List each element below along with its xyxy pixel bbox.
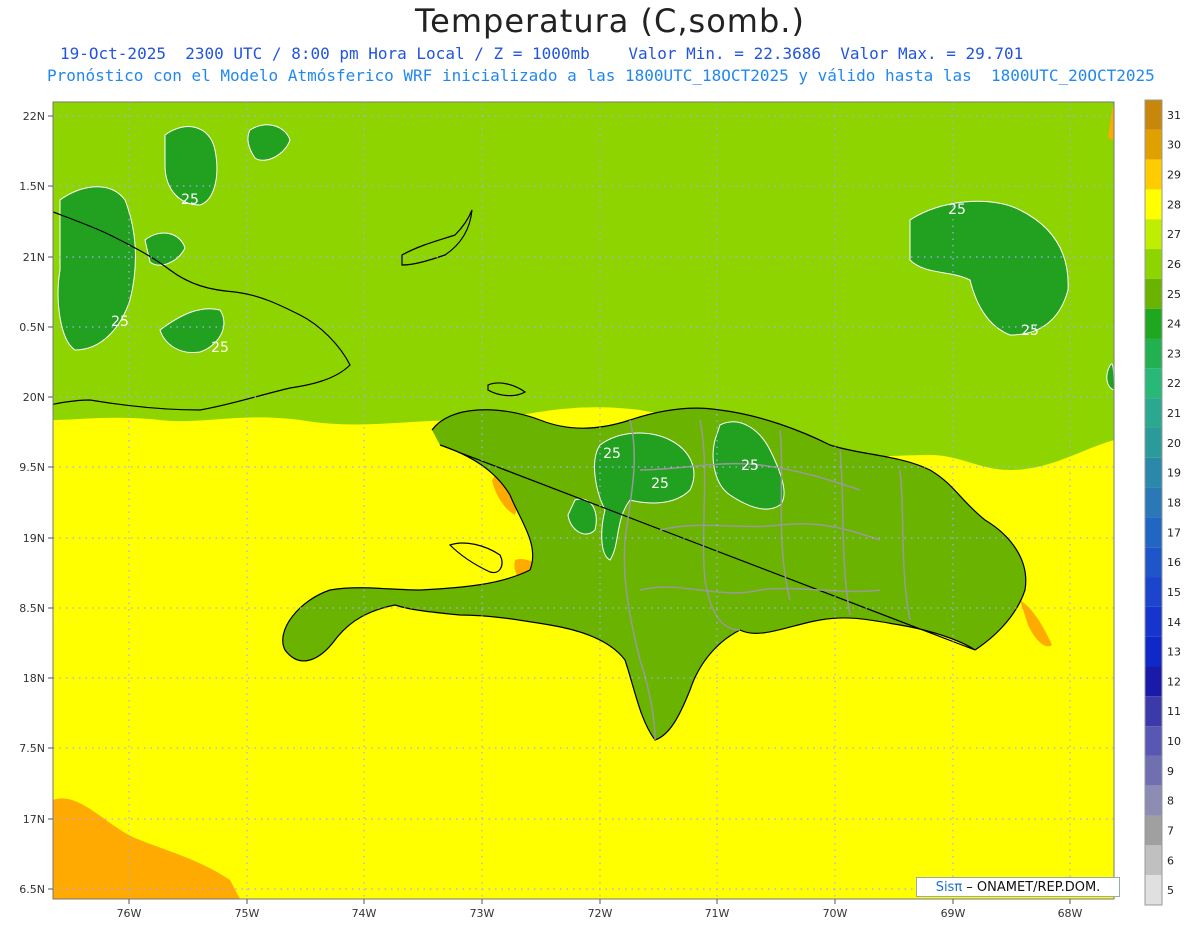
colorbar-label: 6 — [1167, 854, 1174, 867]
colorbar-swatch — [1145, 427, 1162, 458]
colorbar-swatch — [1145, 308, 1162, 339]
lat-label: 22N — [23, 110, 45, 123]
colorbar-label: 18 — [1167, 497, 1181, 510]
lat-label: 0.5N — [19, 321, 45, 334]
contour-label-25: 25 — [181, 192, 199, 208]
colorbar-swatch — [1145, 696, 1162, 727]
longitude-axis: 76W 75W 74W 73W 72W 71W 70W 69W 68W — [117, 899, 1083, 920]
contour-label-25: 25 — [651, 476, 669, 492]
colorbar-swatch — [1145, 547, 1162, 578]
colorbar-swatch — [1145, 368, 1162, 399]
lat-label: 7.5N — [19, 742, 45, 755]
colorbar-label: 7 — [1167, 824, 1174, 837]
contour-label-25: 25 — [1021, 323, 1039, 339]
lat-label: 20N — [23, 391, 45, 404]
colorbar-label: 10 — [1167, 735, 1181, 748]
colorbar-swatch — [1145, 487, 1162, 518]
colorbar-swatch — [1145, 755, 1162, 786]
colorbar-swatch — [1145, 100, 1162, 130]
colorbar-swatch — [1145, 636, 1162, 667]
colorbar-label: 14 — [1167, 616, 1181, 629]
colorbar-swatch — [1145, 666, 1162, 697]
lat-label: 18N — [23, 672, 45, 685]
sispi-logo-text: Sisπ — [935, 880, 963, 895]
colorbar-label: 19 — [1167, 467, 1181, 480]
colorbar-swatch — [1145, 338, 1162, 369]
lat-label: 17N — [23, 813, 45, 826]
temperature-map: 25 25 25 25 25 25 25 25 22N 1.5N 21N 0.5N 20N 9.5N 19… — [19, 99, 1181, 920]
colorbar-label: 27 — [1167, 228, 1181, 241]
colorbar-label: 28 — [1167, 198, 1181, 211]
contour-label-25: 25 — [948, 202, 966, 218]
colorbar-label: 23 — [1167, 347, 1181, 360]
lon-label: 76W — [117, 907, 142, 920]
contour-label-25: 25 — [111, 314, 129, 330]
lat-label: 8.5N — [19, 602, 45, 615]
contour-label-25: 25 — [603, 446, 621, 462]
colorbar-label: 9 — [1167, 765, 1174, 778]
colorbar-swatch — [1145, 577, 1162, 607]
credit-text: – ONAMET/REP.DOM. — [962, 880, 1101, 895]
colorbar-label: 15 — [1167, 586, 1181, 599]
colorbar-label: 11 — [1167, 705, 1181, 718]
lon-label: 75W — [235, 907, 260, 920]
colorbar-swatch — [1145, 159, 1162, 190]
colorbar-swatch — [1145, 219, 1162, 250]
colorbar-swatch — [1145, 457, 1162, 488]
colorbar-label: 12 — [1167, 675, 1181, 688]
colorbar-swatch — [1145, 189, 1162, 220]
colorbar-label: 8 — [1167, 795, 1174, 808]
latitude-axis: 22N 1.5N 21N 0.5N 20N 9.5N 19N 8.5N 18N 7.5N 17N 6.… — [19, 110, 53, 896]
colorbar-label: 5 — [1167, 884, 1174, 897]
lon-label: 68W — [1058, 907, 1083, 920]
lon-label: 71W — [705, 907, 730, 920]
colorbar-swatch — [1145, 815, 1162, 846]
colorbar-label: 31 — [1167, 109, 1181, 122]
lat-label: 1.5N — [19, 180, 45, 193]
colorbar-swatch — [1145, 875, 1162, 905]
colorbar-swatch — [1145, 398, 1162, 428]
lat-label: 9.5N — [19, 461, 45, 474]
contour-label-25: 25 — [741, 458, 759, 474]
map-field: 25 25 25 25 25 25 25 25 — [53, 102, 1114, 899]
colorbar-swatch — [1145, 129, 1162, 160]
colorbar-label: 22 — [1167, 377, 1181, 390]
lat-label: 21N — [23, 251, 45, 264]
credit-box: Sisπ – ONAMET/REP.DOM. — [916, 877, 1120, 897]
lon-label: 73W — [470, 907, 495, 920]
colorbar-swatch — [1145, 517, 1162, 548]
colorbar-label: 30 — [1167, 139, 1181, 152]
colorbar-label: 21 — [1167, 407, 1181, 420]
colorbar-label: 25 — [1167, 288, 1181, 301]
lon-label: 72W — [588, 907, 613, 920]
colorbar-swatch — [1145, 785, 1162, 816]
colorbar-swatch — [1145, 249, 1162, 279]
temperature-colorbar: 31 30 29 28 27 26 25 24 23 22 21 20 19 18 17 16 15 14 13 12… — [1144, 99, 1181, 906]
colorbar-swatch — [1145, 278, 1162, 309]
lon-label: 70W — [823, 907, 848, 920]
lon-label: 74W — [352, 907, 377, 920]
colorbar-label: 29 — [1167, 169, 1181, 182]
contour-label-25: 25 — [211, 340, 229, 356]
colorbar-swatch — [1145, 606, 1162, 637]
colorbar-swatch — [1145, 845, 1162, 876]
colorbar-swatch — [1145, 726, 1162, 756]
colorbar-label: 26 — [1167, 258, 1181, 271]
lat-label: 6.5N — [19, 883, 45, 896]
colorbar-label: 13 — [1167, 646, 1181, 659]
colorbar-label: 17 — [1167, 526, 1181, 539]
colorbar-label: 24 — [1167, 318, 1181, 331]
lon-label: 69W — [941, 907, 966, 920]
colorbar-label: 20 — [1167, 437, 1181, 450]
colorbar-label: 16 — [1167, 556, 1181, 569]
lat-label: 19N — [23, 532, 45, 545]
